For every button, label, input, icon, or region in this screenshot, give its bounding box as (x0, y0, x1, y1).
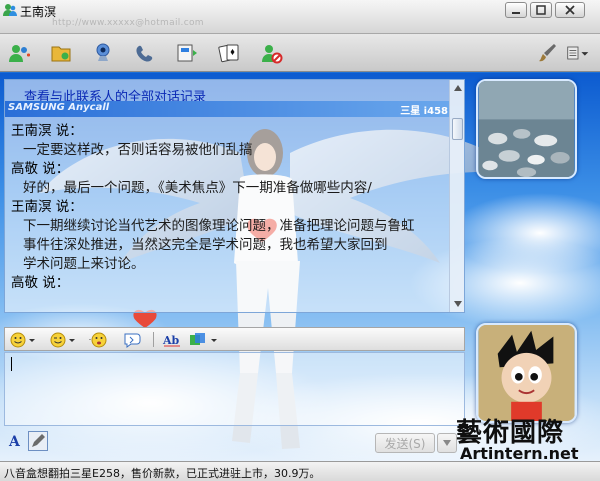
maximize-icon (536, 5, 546, 15)
handwriting-mode-button[interactable] (28, 431, 48, 451)
webcam-button[interactable] (88, 39, 118, 67)
wink-icon (50, 332, 75, 347)
paint-button[interactable] (532, 39, 562, 67)
font-style-button[interactable]: Ab (162, 331, 182, 348)
scroll-down-arrow[interactable] (451, 297, 464, 310)
status-ad-text[interactable]: 八音盒想翻拍三星E258，售价新款，已正式进驻上市，30.9万。 (4, 465, 320, 481)
text-caret (11, 357, 12, 371)
font-ab-icon: Ab (162, 334, 180, 347)
send-file-icon (51, 46, 71, 62)
minimize-button[interactable] (505, 2, 527, 18)
voice-clip-button[interactable] (88, 331, 110, 348)
message-text: 事件往深处推进，当然这完全是学术问题，我也希望大家回到 (23, 237, 388, 253)
paintbrush-icon (539, 44, 556, 62)
invite-contact-icon (9, 45, 30, 62)
message-text: 下一期继续讨论当代艺术的图像理论问题，准备把理论问题与鲁虹 (23, 218, 415, 234)
invite-contact-button[interactable] (4, 39, 34, 67)
pen-icon (32, 434, 45, 447)
speech-bubble-icon (124, 333, 141, 348)
playing-cards-icon (218, 44, 239, 63)
window-title: 王南溟 (20, 5, 57, 19)
maximize-button[interactable] (530, 2, 552, 18)
astro-boy-picture (478, 325, 575, 421)
banner-brand-text: SAMSUNG Anycall (8, 102, 110, 113)
banner-model-text: 三星 i458 (400, 106, 448, 117)
message-sender: 高敬 说： (11, 275, 70, 291)
message-sender: 王南溟 说： (11, 123, 83, 139)
text-mode-button[interactable]: A (6, 432, 24, 450)
close-icon (565, 5, 575, 15)
block-contact-button[interactable] (256, 39, 286, 67)
background-picture-icon (190, 332, 217, 345)
message-text: 好的，最后一个问题，《美术焦点》下一期准备做哪些内容/ (23, 180, 372, 196)
smiley-icon (10, 332, 35, 347)
svg-text:A: A (8, 434, 21, 450)
contact-email: http://www.xxxxx@hotmail.com (52, 18, 204, 28)
send-file-button[interactable] (46, 39, 76, 67)
compose-footer: A 发送(S) (4, 429, 465, 453)
chevron-up-icon (453, 84, 462, 91)
send-button[interactable]: 发送(S) (375, 433, 435, 453)
menu-icon (567, 46, 589, 60)
phone-icon (136, 45, 153, 62)
wink-button[interactable] (50, 331, 76, 348)
chevron-down-icon (453, 300, 462, 307)
history-scrollbar[interactable] (449, 80, 464, 312)
close-button[interactable] (555, 2, 585, 18)
status-bar: 八音盒想翻拍三星E258，售价新款，已正式进驻上市，30.9万。 (0, 461, 600, 481)
pebbles-photo (478, 81, 575, 177)
title-bar: 王南溟 http://www.xxxxx@hotmail.com (0, 0, 600, 34)
background-button[interactable] (189, 331, 219, 348)
toolbar-divider (153, 332, 154, 347)
scroll-thumb[interactable] (452, 118, 463, 140)
messenger-buddy-icon (3, 4, 17, 16)
chevron-down-icon (443, 440, 451, 446)
formatting-toolbar: Ab (4, 327, 465, 351)
message-sender: 王南溟 说： (11, 199, 83, 215)
games-button[interactable] (214, 39, 244, 67)
font-a-icon: A (8, 434, 21, 450)
emoticon-button[interactable] (10, 331, 36, 348)
voice-clip-icon (89, 332, 107, 347)
message-text: 学术问题上来讨论。 (23, 256, 145, 272)
menu-button[interactable] (560, 39, 596, 67)
message-text: 一定要这样改，否则话容易被他们乱搞 (23, 142, 253, 158)
contact-display-picture[interactable] (476, 79, 577, 179)
nudge-button[interactable] (122, 331, 144, 348)
block-contact-icon (262, 45, 283, 64)
ad-banner-strip[interactable]: SAMSUNG Anycall 三星 i458 (5, 101, 450, 117)
svg-text:Ab: Ab (162, 334, 180, 347)
conversation-history-pane: 查看与此联系人的全部对话记录 SAMSUNG Anycall 三星 i458 王… (4, 79, 465, 313)
send-options-button[interactable] (437, 433, 457, 453)
my-display-picture[interactable] (476, 323, 577, 423)
message-sender: 高敬 说： (11, 161, 70, 177)
message-input[interactable] (4, 352, 465, 426)
minimize-icon (512, 12, 520, 14)
activities-icon (177, 44, 197, 62)
scroll-up-arrow[interactable] (451, 81, 464, 94)
webcam-icon (96, 43, 110, 61)
toolbar (0, 34, 600, 72)
activities-button[interactable] (172, 39, 202, 67)
voice-call-button[interactable] (130, 39, 160, 67)
